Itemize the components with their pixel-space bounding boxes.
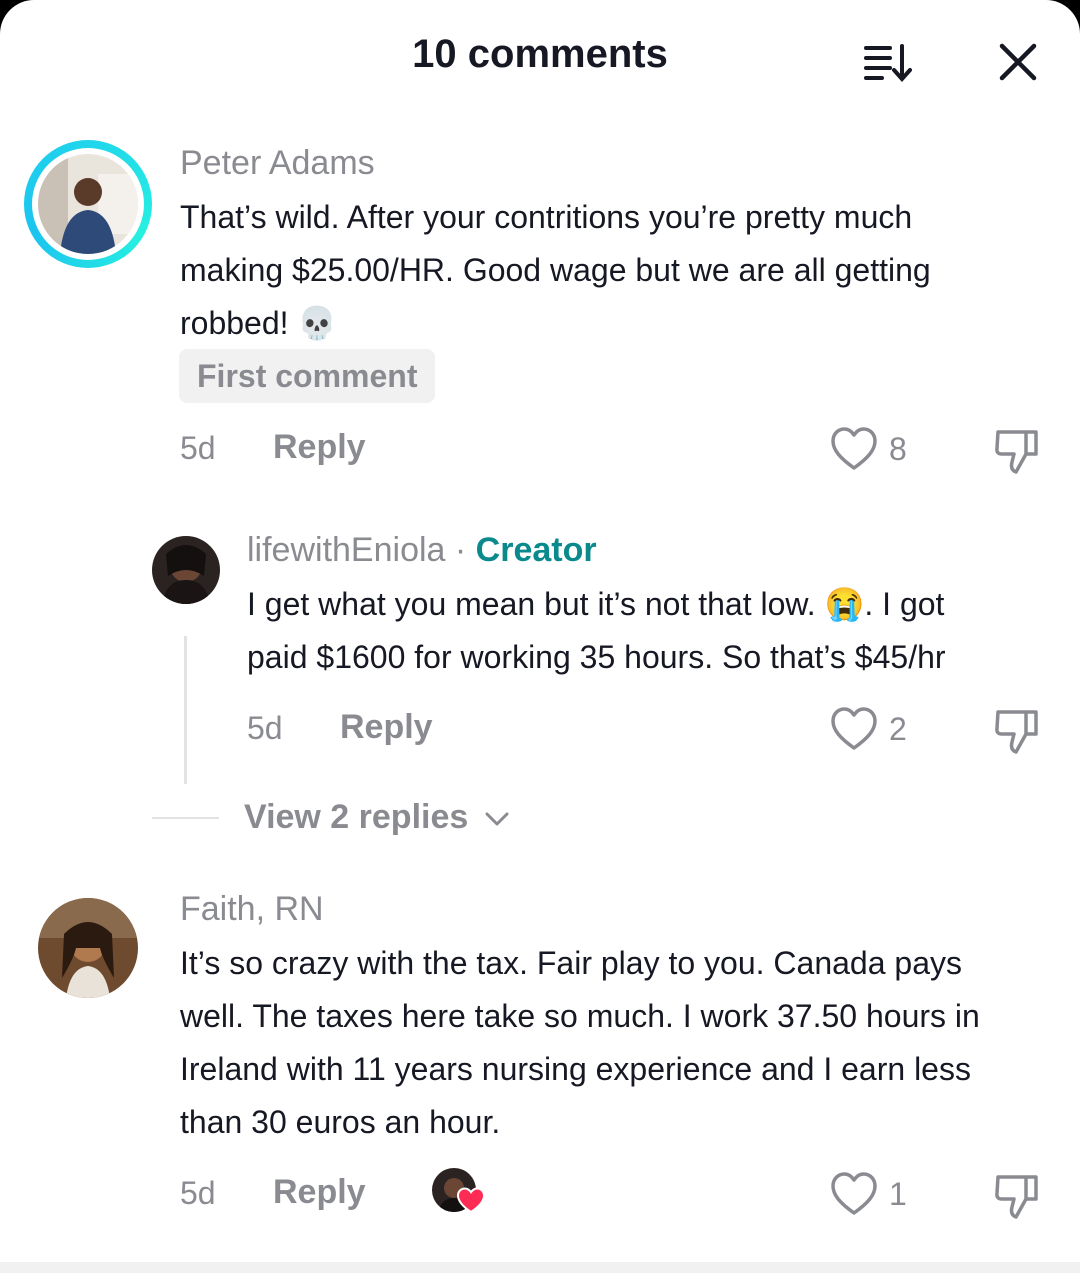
comment-text-line: paid $1600 for working 35 hours. So that… <box>247 639 946 675</box>
creator-label: Creator <box>475 531 597 569</box>
avatar-peter-adams[interactable] <box>38 154 138 254</box>
reply-username[interactable]: lifewithEniola <box>247 531 445 569</box>
comment-text-line: Ireland with 11 years nursing experience… <box>180 1051 971 1087</box>
comment-text-line: It’s so crazy with the tax. Fair play to… <box>180 945 962 981</box>
reply-button[interactable]: Reply <box>273 1173 366 1212</box>
view-replies-label: View 2 replies <box>244 798 469 836</box>
view-replies-button[interactable]: View 2 replies <box>244 798 510 837</box>
heart-outline-icon[interactable] <box>830 706 878 752</box>
first-comment-badge: First comment <box>179 349 436 403</box>
comment-text-line: That’s wild. After your contritions you’… <box>180 199 913 235</box>
view-replies-divider <box>152 817 219 819</box>
comment-username[interactable]: Faith, RN <box>180 890 324 929</box>
avatar-faith-rn[interactable] <box>38 898 138 998</box>
like-count: 2 <box>889 711 907 747</box>
like-count: 1 <box>889 1176 907 1212</box>
like-count: 8 <box>889 431 907 467</box>
comment-text-line: well. The taxes here take so much. I wor… <box>180 998 980 1034</box>
separator-dot: · <box>445 531 476 569</box>
comment-text-line: I get what you mean but it’s not that lo… <box>247 586 945 622</box>
thumbs-down-icon[interactable] <box>992 1171 1042 1221</box>
reply-button[interactable]: Reply <box>273 428 366 467</box>
thumbs-down-icon[interactable] <box>992 706 1042 756</box>
avatar-lifewitheniola[interactable] <box>152 536 220 604</box>
comment-time: 5d <box>180 1175 216 1211</box>
chevron-down-icon <box>485 812 509 826</box>
heart-badge-icon <box>456 1187 486 1214</box>
comment-time: 5d <box>247 710 283 746</box>
heart-outline-icon[interactable] <box>830 1171 878 1217</box>
comment-time: 5d <box>180 430 216 466</box>
comment-text: It’s so crazy with the tax. Fair play to… <box>180 937 980 1149</box>
thread-line <box>184 636 187 784</box>
comment-text-line: robbed! 💀 <box>180 305 338 341</box>
comment-text-line: than 30 euros an hour. <box>180 1104 501 1140</box>
heart-outline-icon[interactable] <box>830 426 878 472</box>
thumbs-down-icon[interactable] <box>992 426 1042 476</box>
reply-text: I get what you mean but it’s not that lo… <box>247 578 946 684</box>
comment-text: That’s wild. After your contritions you’… <box>180 191 931 350</box>
comments-sheet: 10 comments Peter Adams That’s wild. Aft… <box>0 0 1080 1262</box>
close-icon[interactable] <box>994 38 1042 86</box>
comment-text-line: making $25.00/HR. Good wage but we are a… <box>180 252 931 288</box>
sort-icon[interactable] <box>858 38 918 86</box>
reply-button[interactable]: Reply <box>340 708 433 747</box>
comments-count-title: 10 comments <box>412 32 668 76</box>
comment-username[interactable]: Peter Adams <box>180 144 375 183</box>
reply-username-line: lifewithEniola · Creator <box>247 531 597 570</box>
bottom-divider <box>0 1262 1080 1273</box>
